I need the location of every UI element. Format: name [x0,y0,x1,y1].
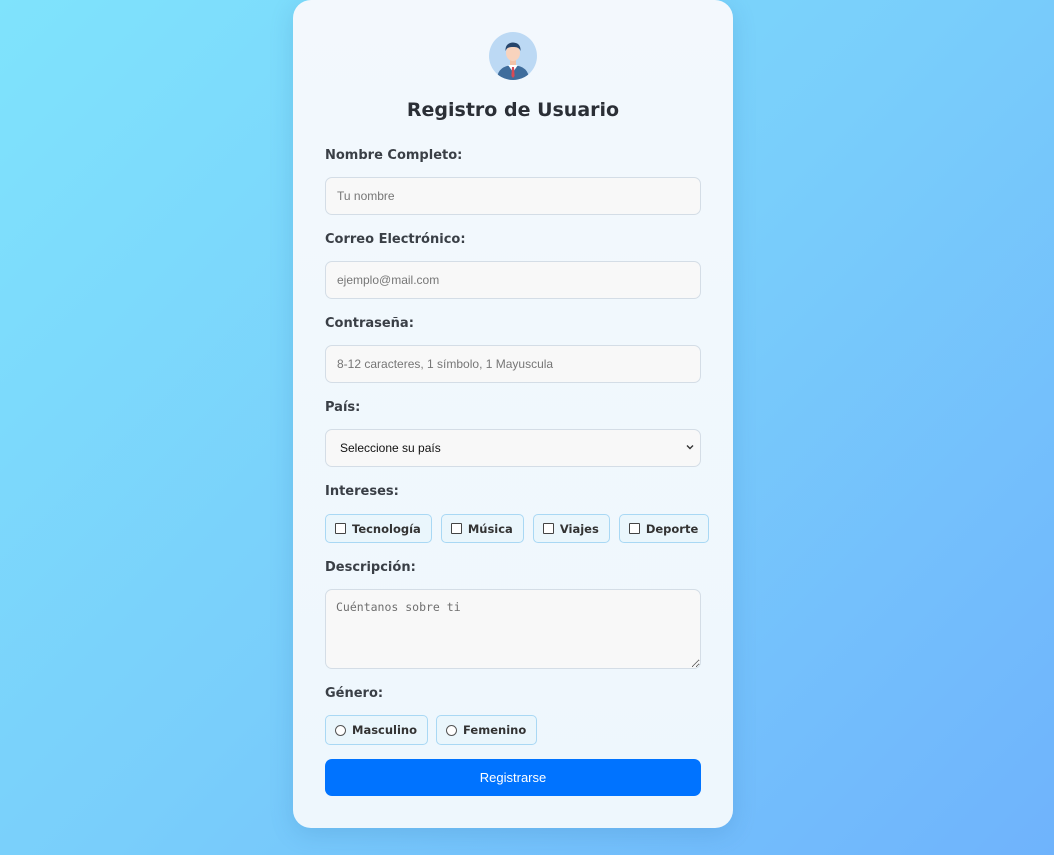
gender-option-femenino[interactable]: Femenino [436,715,538,745]
gender-group: Masculino Femenino [325,715,538,745]
checkbox[interactable] [628,523,640,534]
interest-label: Música [467,521,513,536]
gender-label: Género: [325,686,384,701]
radio-button[interactable] [335,724,346,736]
registration-card: Registro de Usuario Nombre Completo: Cor… [293,0,733,828]
gender-label-text: Femenino [463,723,527,737]
radio-button[interactable] [446,724,458,736]
page-title: Registro de Usuario [406,99,620,121]
gender-label-text: Masculino [352,723,418,737]
password-input[interactable] [325,345,701,383]
interest-option-viajes[interactable]: Viajes [532,514,610,543]
country-label: País: [325,400,361,415]
interests-label: Intereses: [325,484,399,499]
interest-option-musica[interactable]: Música [440,514,524,543]
description-label: Descripción: [325,560,416,575]
name-input[interactable] [325,177,701,215]
interest-label: Tecnología [352,521,421,536]
user-avatar-icon [489,32,537,80]
interest-label: Viajes [559,521,599,536]
interests-group: Tecnología Música Viajes Deporte [325,514,710,543]
checkbox[interactable] [542,523,554,534]
register-button[interactable]: Registrarse [325,759,701,796]
name-label: Nombre Completo: [325,148,463,163]
interest-option-deporte[interactable]: Deporte [618,514,710,543]
interest-option-tecnologia[interactable]: Tecnología [325,514,432,543]
checkbox[interactable] [450,523,462,534]
email-label: Correo Electrónico: [325,232,466,247]
country-select[interactable]: Seleccione su país [325,429,701,467]
checkbox[interactable] [335,523,346,534]
email-input[interactable] [325,261,701,299]
password-label: Contraseña: [325,316,414,331]
gender-option-masculino[interactable]: Masculino [325,715,429,745]
country-select-wrapper: Seleccione su país [325,429,701,467]
interest-label: Deporte [645,521,699,536]
description-textarea[interactable] [325,589,701,669]
